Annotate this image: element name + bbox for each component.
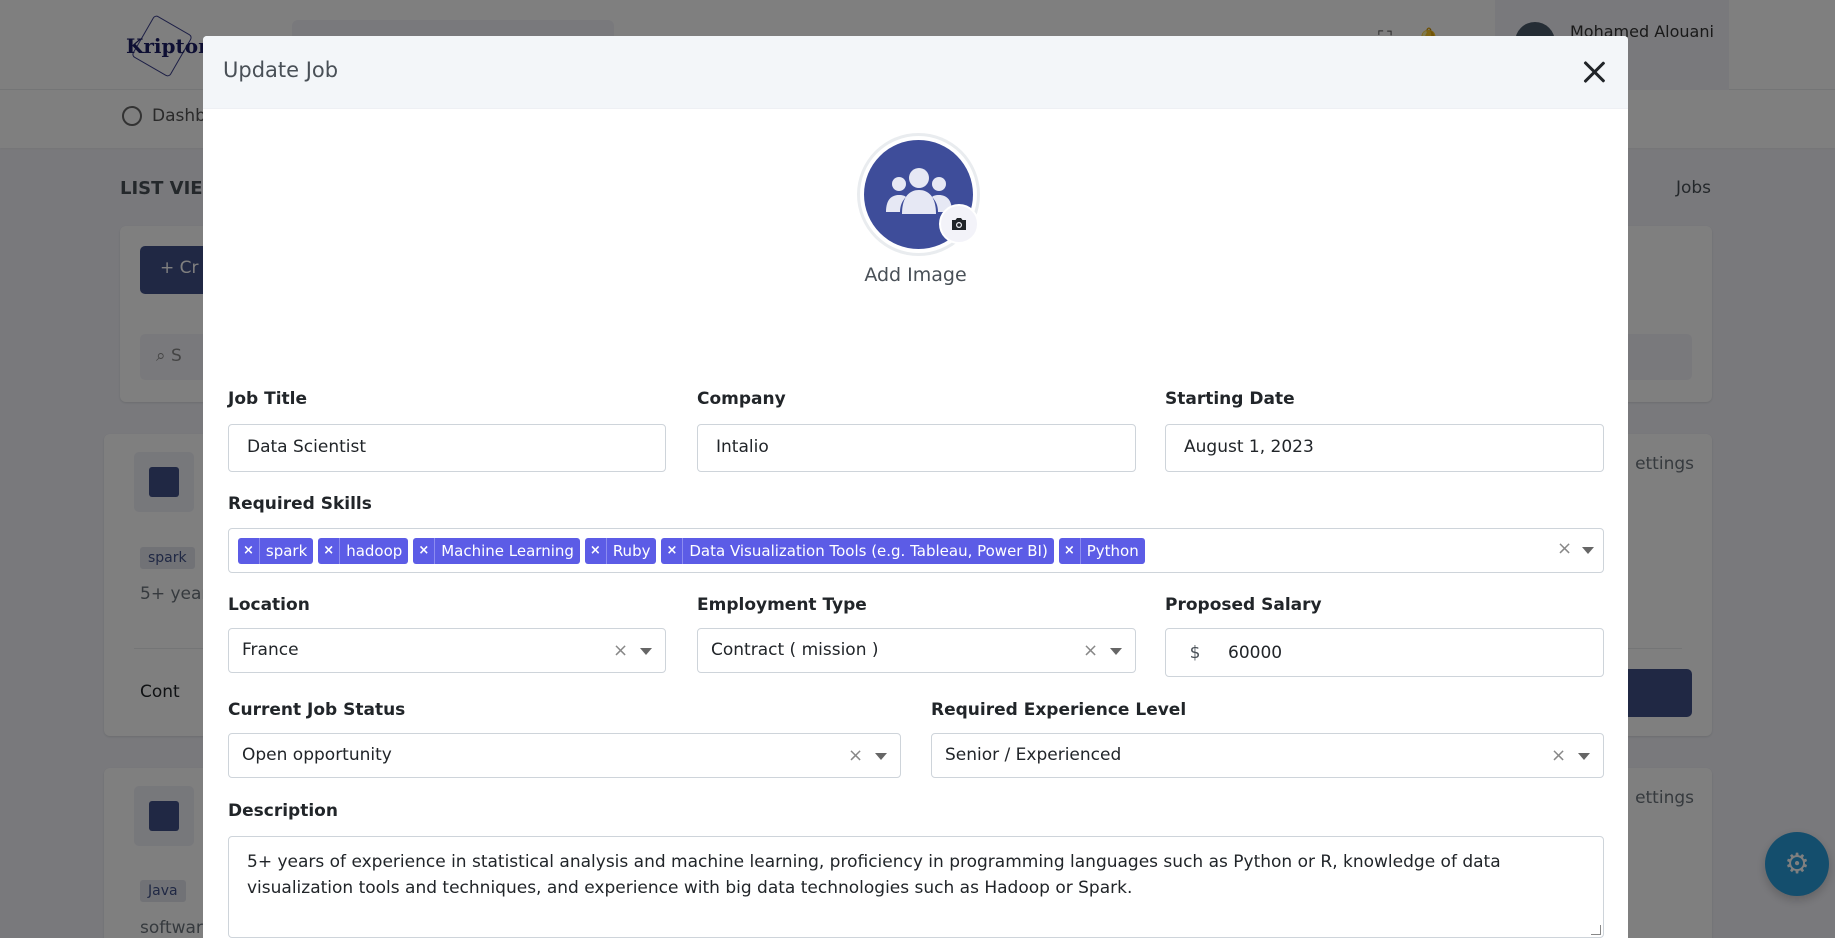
clear-icon[interactable]: ×: [613, 640, 628, 661]
update-job-modal: Update Job Add Image Job Title Data Scie…: [203, 36, 1628, 938]
location-label: Location: [228, 595, 310, 615]
job-title-label: Job Title: [228, 389, 307, 409]
location-value: France: [242, 640, 299, 660]
employment-type-label: Employment Type: [697, 595, 867, 615]
skill-chip: × Python: [1058, 537, 1145, 564]
modal-header: Update Job: [203, 36, 1628, 109]
proposed-salary-label: Proposed Salary: [1165, 595, 1322, 615]
required-skills-label: Required Skills: [228, 494, 372, 514]
description-text: 5+ years of experience in statistical an…: [247, 852, 1501, 898]
employment-type-select[interactable]: Contract ( mission ) ×: [697, 628, 1136, 673]
required-skills-select[interactable]: × spark × hadoop × Machine Learning × Ruby ×…: [228, 528, 1604, 573]
chevron-down-icon[interactable]: [640, 648, 652, 655]
clear-icon[interactable]: ×: [1551, 745, 1566, 766]
skill-chip: × spark: [238, 537, 314, 564]
chevron-down-icon[interactable]: [1582, 547, 1594, 554]
required-experience-select[interactable]: Senior / Experienced ×: [931, 733, 1604, 778]
employment-type-value: Contract ( mission ): [711, 640, 879, 660]
skill-chip-label: Ruby: [612, 541, 651, 560]
description-label: Description: [228, 801, 338, 821]
skill-chip-label: Data Visualization Tools (e.g. Tableau, …: [689, 541, 1048, 560]
remove-chip-icon[interactable]: ×: [318, 537, 341, 564]
location-select[interactable]: France ×: [228, 628, 666, 673]
chevron-down-icon[interactable]: [1110, 648, 1122, 655]
clear-icon[interactable]: ×: [848, 745, 863, 766]
salary-value: 60000: [1228, 642, 1283, 663]
skill-chip-label: Python: [1086, 541, 1139, 560]
company-label: Company: [697, 389, 786, 409]
starting-date-input[interactable]: August 1, 2023: [1165, 424, 1604, 472]
close-icon[interactable]: [1580, 58, 1608, 86]
proposed-salary-input[interactable]: $ 60000: [1165, 628, 1604, 677]
remove-chip-icon[interactable]: ×: [238, 537, 260, 564]
camera-icon[interactable]: [939, 204, 979, 244]
resize-handle-icon[interactable]: [1591, 925, 1601, 935]
remove-chip-icon[interactable]: ×: [585, 537, 607, 564]
chevron-down-icon[interactable]: [1578, 753, 1590, 760]
remove-chip-icon[interactable]: ×: [413, 537, 436, 564]
skill-chip: × hadoop: [318, 537, 409, 564]
company-input[interactable]: Intalio: [697, 424, 1136, 472]
skill-chip: × Machine Learning: [413, 537, 580, 564]
experience-value: Senior / Experienced: [945, 745, 1122, 765]
job-title-input[interactable]: Data Scientist: [228, 424, 666, 472]
skill-chip-label: Machine Learning: [441, 541, 574, 560]
skill-chip: × Data Visualization Tools (e.g. Tableau,…: [661, 537, 1054, 564]
currency-symbol: $: [1189, 642, 1201, 663]
description-textarea[interactable]: 5+ years of experience in statistical an…: [228, 836, 1604, 938]
clear-icon[interactable]: ×: [1083, 640, 1098, 661]
required-experience-label: Required Experience Level: [931, 700, 1187, 720]
remove-chip-icon[interactable]: ×: [661, 537, 684, 564]
clear-icon[interactable]: ×: [1557, 538, 1572, 559]
skill-chip: × Ruby: [584, 537, 657, 564]
skill-chip-label: spark: [265, 541, 308, 560]
starting-date-label: Starting Date: [1165, 389, 1295, 409]
current-job-status-label: Current Job Status: [228, 700, 406, 720]
skill-chip-label: hadoop: [346, 541, 403, 560]
job-status-value: Open opportunity: [242, 745, 392, 765]
remove-chip-icon[interactable]: ×: [1059, 537, 1081, 564]
modal-title: Update Job: [223, 58, 339, 82]
add-image-label[interactable]: Add Image: [203, 264, 1628, 286]
current-job-status-select[interactable]: Open opportunity ×: [228, 733, 901, 778]
chevron-down-icon[interactable]: [875, 753, 887, 760]
